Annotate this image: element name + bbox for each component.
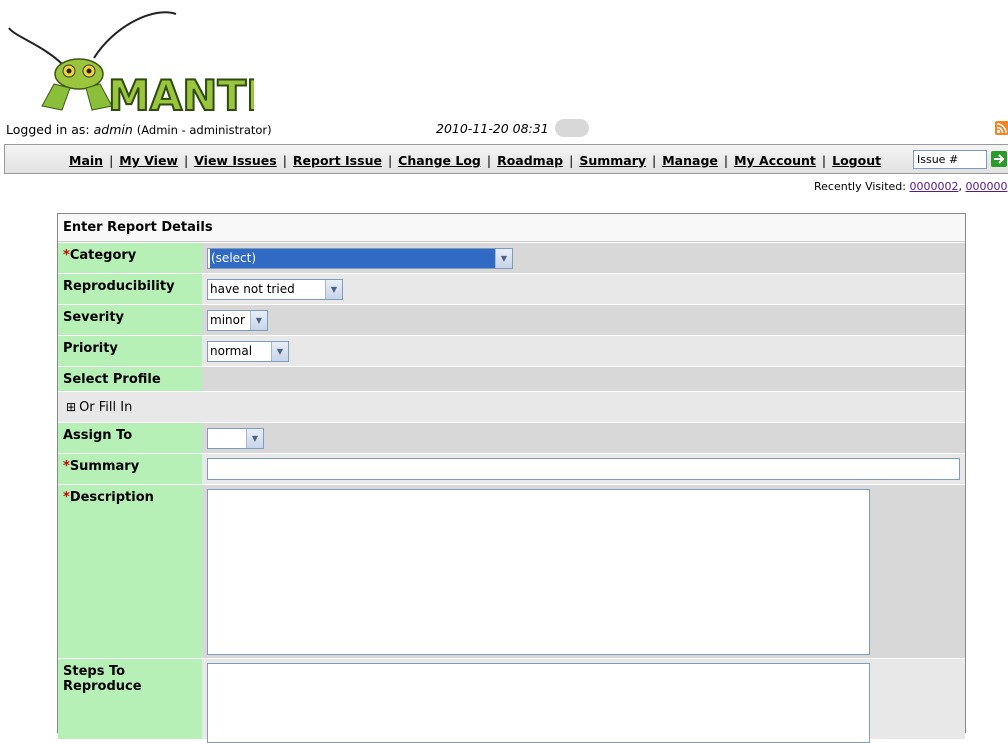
menu-item-manage[interactable]: Manage xyxy=(662,153,718,168)
mantis-logo[interactable]: MANTIS xyxy=(4,6,293,121)
chevron-down-icon: ▼ xyxy=(325,280,342,299)
priority-row: Priority normal ▼ xyxy=(58,335,965,367)
login-username: admin xyxy=(93,122,133,137)
recently-visited: Recently Visited: 0000002, 000000 xyxy=(814,180,1008,193)
assign-to-label: Assign To xyxy=(58,423,202,454)
expand-plus-icon: ⊞ xyxy=(66,400,77,414)
description-row: *Description xyxy=(58,484,965,659)
report-issue-form: Enter Report Details *Category (select) … xyxy=(57,213,966,743)
assign-to-select[interactable]: ▼ xyxy=(207,428,264,449)
issue-number-input[interactable] xyxy=(913,150,987,169)
severity-value: minor xyxy=(210,313,245,327)
severity-label: Severity xyxy=(58,305,202,336)
menu-item-roadmap[interactable]: Roadmap xyxy=(497,153,563,168)
recent-issue-link[interactable]: 0000002 xyxy=(909,180,958,193)
description-textarea[interactable] xyxy=(207,489,870,655)
steps-label-line1: Steps To xyxy=(63,664,126,679)
login-prefix: Logged in as: xyxy=(6,122,90,137)
reproducibility-label: Reproducibility xyxy=(58,274,202,305)
menu-item-summary[interactable]: Summary xyxy=(579,153,646,168)
rss-icon[interactable] xyxy=(995,121,1008,135)
steps-to-reproduce-row: Steps To Reproduce xyxy=(58,658,965,743)
required-marker: * xyxy=(63,490,70,505)
logo-text: MANTIS xyxy=(108,71,254,112)
clock-indicator xyxy=(555,119,589,137)
category-label: Category xyxy=(69,248,137,263)
assign-to-row: Assign To ▼ xyxy=(58,422,965,454)
steps-label-line2: Reproduce xyxy=(63,679,142,694)
chevron-down-icon: ▼ xyxy=(495,249,512,268)
menu-separator: | xyxy=(821,153,827,168)
priority-label: Priority xyxy=(58,336,202,367)
required-marker: * xyxy=(63,248,70,263)
chevron-down-icon: ▼ xyxy=(246,429,263,448)
summary-input[interactable] xyxy=(207,458,960,480)
menu-item-main[interactable]: Main xyxy=(69,153,103,168)
arrow-right-icon xyxy=(994,154,1005,164)
menu-item-my-account[interactable]: My Account xyxy=(734,153,816,168)
main-menu: Main | My View | View Issues | Report Issue | Ch… xyxy=(4,144,1008,174)
or-fill-in-toggle[interactable]: ⊞ Or Fill In xyxy=(66,400,132,415)
chevron-down-icon: ▼ xyxy=(271,342,288,361)
select-profile-row: Select Profile xyxy=(58,366,965,392)
recently-visited-label: Recently Visited: xyxy=(814,180,906,193)
menu-item-view-issues[interactable]: View Issues xyxy=(194,153,276,168)
recent-issue-link[interactable]: 000000 xyxy=(965,180,1007,193)
or-fill-in-row: ⊞ Or Fill In xyxy=(58,391,965,423)
reproducibility-select[interactable]: have not tried ▼ xyxy=(207,279,343,300)
severity-row: Severity minor ▼ xyxy=(58,304,965,336)
menu-separator: | xyxy=(282,153,287,168)
description-label: Description xyxy=(69,490,154,505)
chevron-down-icon: ▼ xyxy=(250,311,267,330)
menu-separator: | xyxy=(486,153,492,168)
menu-separator: | xyxy=(387,153,393,168)
reproducibility-row: Reproducibility have not tried ▼ xyxy=(58,273,965,305)
reproducibility-value: have not tried xyxy=(210,282,295,296)
login-role: (Admin - administrator) xyxy=(136,123,272,137)
or-fill-in-label: Or Fill In xyxy=(79,400,133,415)
summary-label: Summary xyxy=(69,459,140,474)
category-select[interactable]: (select) ▼ xyxy=(207,248,513,269)
menu-item-change-log[interactable]: Change Log xyxy=(398,153,481,168)
menu-links: Main | My View | View Issues | Report Issue | Ch… xyxy=(69,153,881,168)
menu-separator: | xyxy=(184,153,189,168)
priority-value: normal xyxy=(210,344,253,358)
menu-separator: | xyxy=(569,153,574,168)
category-row: *Category (select) ▼ xyxy=(58,242,965,274)
menu-item-my-view[interactable]: My View xyxy=(119,153,178,168)
required-marker: * xyxy=(63,459,70,474)
menu-separator: | xyxy=(109,153,114,168)
menu-item-report-issue[interactable]: Report Issue xyxy=(293,153,382,168)
menu-separator: | xyxy=(723,153,729,168)
menu-separator: | xyxy=(652,153,657,168)
category-value: (select) xyxy=(210,249,498,268)
form-title: Enter Report Details xyxy=(58,214,965,242)
jump-to-issue-button[interactable] xyxy=(991,151,1007,167)
menu-item-logout[interactable]: Logout xyxy=(832,153,881,168)
login-info: Logged in as: admin (Admin - administrat… xyxy=(6,122,272,137)
severity-select[interactable]: minor ▼ xyxy=(207,310,268,331)
server-clock: 2010-11-20 08:31 xyxy=(436,121,549,136)
priority-select[interactable]: normal ▼ xyxy=(207,341,289,362)
steps-to-reproduce-textarea[interactable] xyxy=(207,663,870,743)
summary-row: *Summary xyxy=(58,453,965,485)
select-profile-label: Select Profile xyxy=(58,367,202,392)
